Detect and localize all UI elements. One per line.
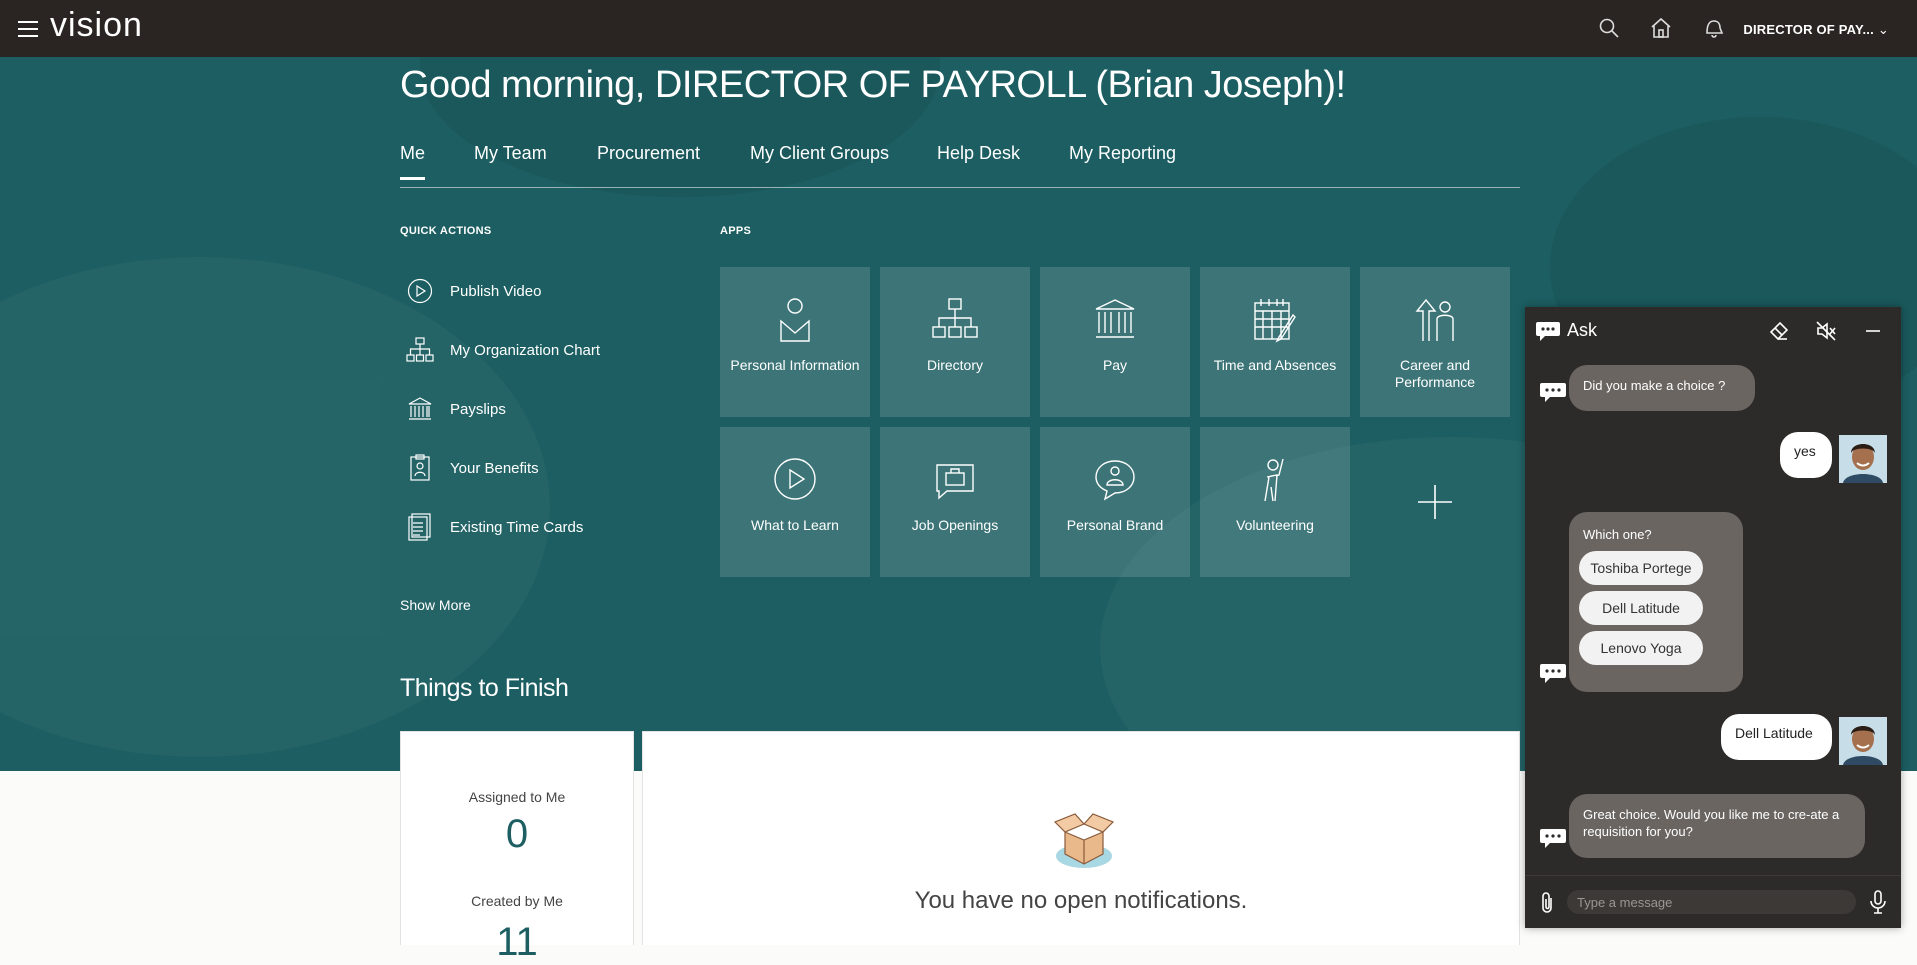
assigned-to-me-label: Assigned to Me xyxy=(468,789,566,805)
avatar xyxy=(1839,435,1887,483)
tab-help-desk[interactable]: Help Desk xyxy=(937,143,1020,178)
chat-title: Ask xyxy=(1567,320,1598,340)
app-tile-directory[interactable]: Directory xyxy=(880,267,1030,417)
empty-box-icon xyxy=(1053,813,1115,868)
empty-notifications-message: You have no open notifications. xyxy=(914,887,1248,914)
app-tile-what-to-learn[interactable]: What to Learn xyxy=(720,427,870,577)
notifications-card: You have no open notifications. xyxy=(642,731,1520,945)
tab-procurement[interactable]: Procurement xyxy=(597,143,700,178)
user-message: yes xyxy=(1780,432,1832,478)
benefits-icon xyxy=(404,452,436,484)
choice-button-toshiba-portege[interactable]: Toshiba Portege xyxy=(1579,551,1703,585)
notifications-icon[interactable] xyxy=(1701,16,1725,40)
created-by-me-label: Created by Me xyxy=(471,893,563,909)
top-bar: vision DIRECTOR OF PAY... ⌄ xyxy=(0,0,1917,57)
app-tile-volunteering[interactable]: Volunteering xyxy=(1200,427,1350,577)
assigned-to-me-count[interactable]: 0 xyxy=(401,812,633,857)
app-logo[interactable]: vision xyxy=(50,6,143,45)
org-chart-icon xyxy=(404,334,436,366)
tab-me[interactable]: Me xyxy=(400,143,426,180)
bot-message: Great choice. Would you like me to cre-a… xyxy=(1569,794,1865,858)
show-more-link[interactable]: Show More xyxy=(400,597,471,613)
app-tile-label: Career and Performance xyxy=(1394,357,1476,390)
bot-message: Did you make a choice ? xyxy=(1569,365,1755,411)
app-tile-label: Directory xyxy=(926,357,983,373)
home-icon[interactable] xyxy=(1649,16,1673,40)
quick-actions-heading: QUICK ACTIONS xyxy=(400,225,492,237)
user-menu-label: DIRECTOR OF PAY... xyxy=(1743,22,1874,37)
app-tile-personal-information[interactable]: Personal Information xyxy=(720,267,870,417)
things-to-finish-heading: Things to Finish xyxy=(400,674,569,702)
attachment-icon[interactable] xyxy=(1539,891,1555,915)
microphone-icon[interactable] xyxy=(1869,890,1887,914)
app-tile-label: Time and Absences xyxy=(1213,357,1337,373)
app-tile-label: What to Learn xyxy=(751,517,839,533)
mute-icon[interactable] xyxy=(1815,320,1837,342)
user-message: Dell Latitude xyxy=(1721,714,1832,760)
task-summary-card: Assigned to Me 0 Created by Me 11 xyxy=(400,731,634,964)
app-tile-personal-brand[interactable]: Personal Brand xyxy=(1040,427,1190,577)
directory-icon xyxy=(880,297,1030,345)
career-icon xyxy=(1360,297,1510,345)
choice-button-lenovo-yoga[interactable]: Lenovo Yoga xyxy=(1579,631,1703,665)
apps-heading: APPS xyxy=(720,225,752,237)
quick-action-label: Your Benefits xyxy=(450,459,539,477)
bot-avatar-icon xyxy=(1540,829,1566,848)
chat-bubble-icon xyxy=(1536,322,1560,341)
time-card-icon xyxy=(404,511,436,543)
quick-action-payslips[interactable]: Payslips xyxy=(404,392,506,426)
app-tile-pay[interactable]: Pay xyxy=(1040,267,1190,417)
quick-action-label: My Organization Chart xyxy=(450,341,601,359)
minimize-icon[interactable] xyxy=(1862,320,1884,342)
chat-header: Ask xyxy=(1525,307,1901,355)
app-tile-career-and-performance[interactable]: Career and Performance xyxy=(1360,267,1510,417)
ask-chat-panel: Ask Did you make a choice ? yes Which on… xyxy=(1525,307,1901,928)
message-input[interactable] xyxy=(1567,890,1856,914)
tab-my-team[interactable]: My Team xyxy=(474,143,547,178)
app-tile-time-and-absences[interactable]: Time and Absences xyxy=(1200,267,1350,417)
bot-avatar-icon xyxy=(1540,664,1566,683)
quick-action-org-chart[interactable]: My Organization Chart xyxy=(404,333,600,367)
created-by-me-count[interactable]: 11 xyxy=(401,920,633,965)
app-tile-label: Job Openings xyxy=(911,517,999,533)
brand-chat-icon xyxy=(1040,457,1190,505)
briefcase-chat-icon xyxy=(880,457,1030,505)
add-app-button[interactable] xyxy=(1360,427,1510,577)
choice-button-dell-latitude[interactable]: Dell Latitude xyxy=(1579,591,1703,625)
menu-icon[interactable] xyxy=(18,21,38,37)
tab-my-client-groups[interactable]: My Client Groups xyxy=(750,143,889,178)
bot-avatar-icon xyxy=(1540,383,1566,402)
bot-message-text: Which one? xyxy=(1583,527,1652,542)
play-circle-icon xyxy=(404,275,436,307)
quick-action-existing-time-cards[interactable]: Existing Time Cards xyxy=(404,510,583,544)
chat-footer xyxy=(1525,875,1901,928)
tab-my-reporting[interactable]: My Reporting xyxy=(1069,143,1176,178)
volunteer-icon xyxy=(1200,457,1350,505)
app-tile-label: Pay xyxy=(1102,357,1128,373)
calendar-icon xyxy=(1200,297,1350,345)
quick-action-label: Publish Video xyxy=(450,282,542,300)
plus-icon xyxy=(1418,485,1452,519)
quick-action-label: Existing Time Cards xyxy=(450,518,584,536)
chevron-down-icon: ⌄ xyxy=(1877,22,1889,37)
quick-action-label: Payslips xyxy=(450,400,506,418)
quick-action-your-benefits[interactable]: Your Benefits xyxy=(404,451,539,485)
search-icon[interactable] xyxy=(1597,16,1621,40)
bot-message-choices: Which one? Toshiba Portege Dell Latitude… xyxy=(1569,512,1743,692)
app-tile-label: Volunteering xyxy=(1236,517,1314,533)
app-tile-label: Personal Brand xyxy=(1066,517,1164,533)
bank-icon xyxy=(1040,297,1190,345)
page-title: Good morning, DIRECTOR OF PAYROLL (Brian… xyxy=(400,64,1346,106)
app-tile-label: Personal Information xyxy=(730,357,860,373)
app-tile-job-openings[interactable]: Job Openings xyxy=(880,427,1030,577)
bank-icon xyxy=(404,393,436,425)
play-circle-icon xyxy=(720,457,870,505)
avatar xyxy=(1839,717,1887,765)
person-icon xyxy=(720,297,870,345)
eraser-icon[interactable] xyxy=(1768,320,1790,342)
user-menu[interactable]: DIRECTOR OF PAY... ⌄ xyxy=(1743,22,1889,38)
quick-action-publish-video[interactable]: Publish Video xyxy=(404,274,541,308)
tab-bar: Me My Team Procurement My Client Groups … xyxy=(400,143,1520,188)
